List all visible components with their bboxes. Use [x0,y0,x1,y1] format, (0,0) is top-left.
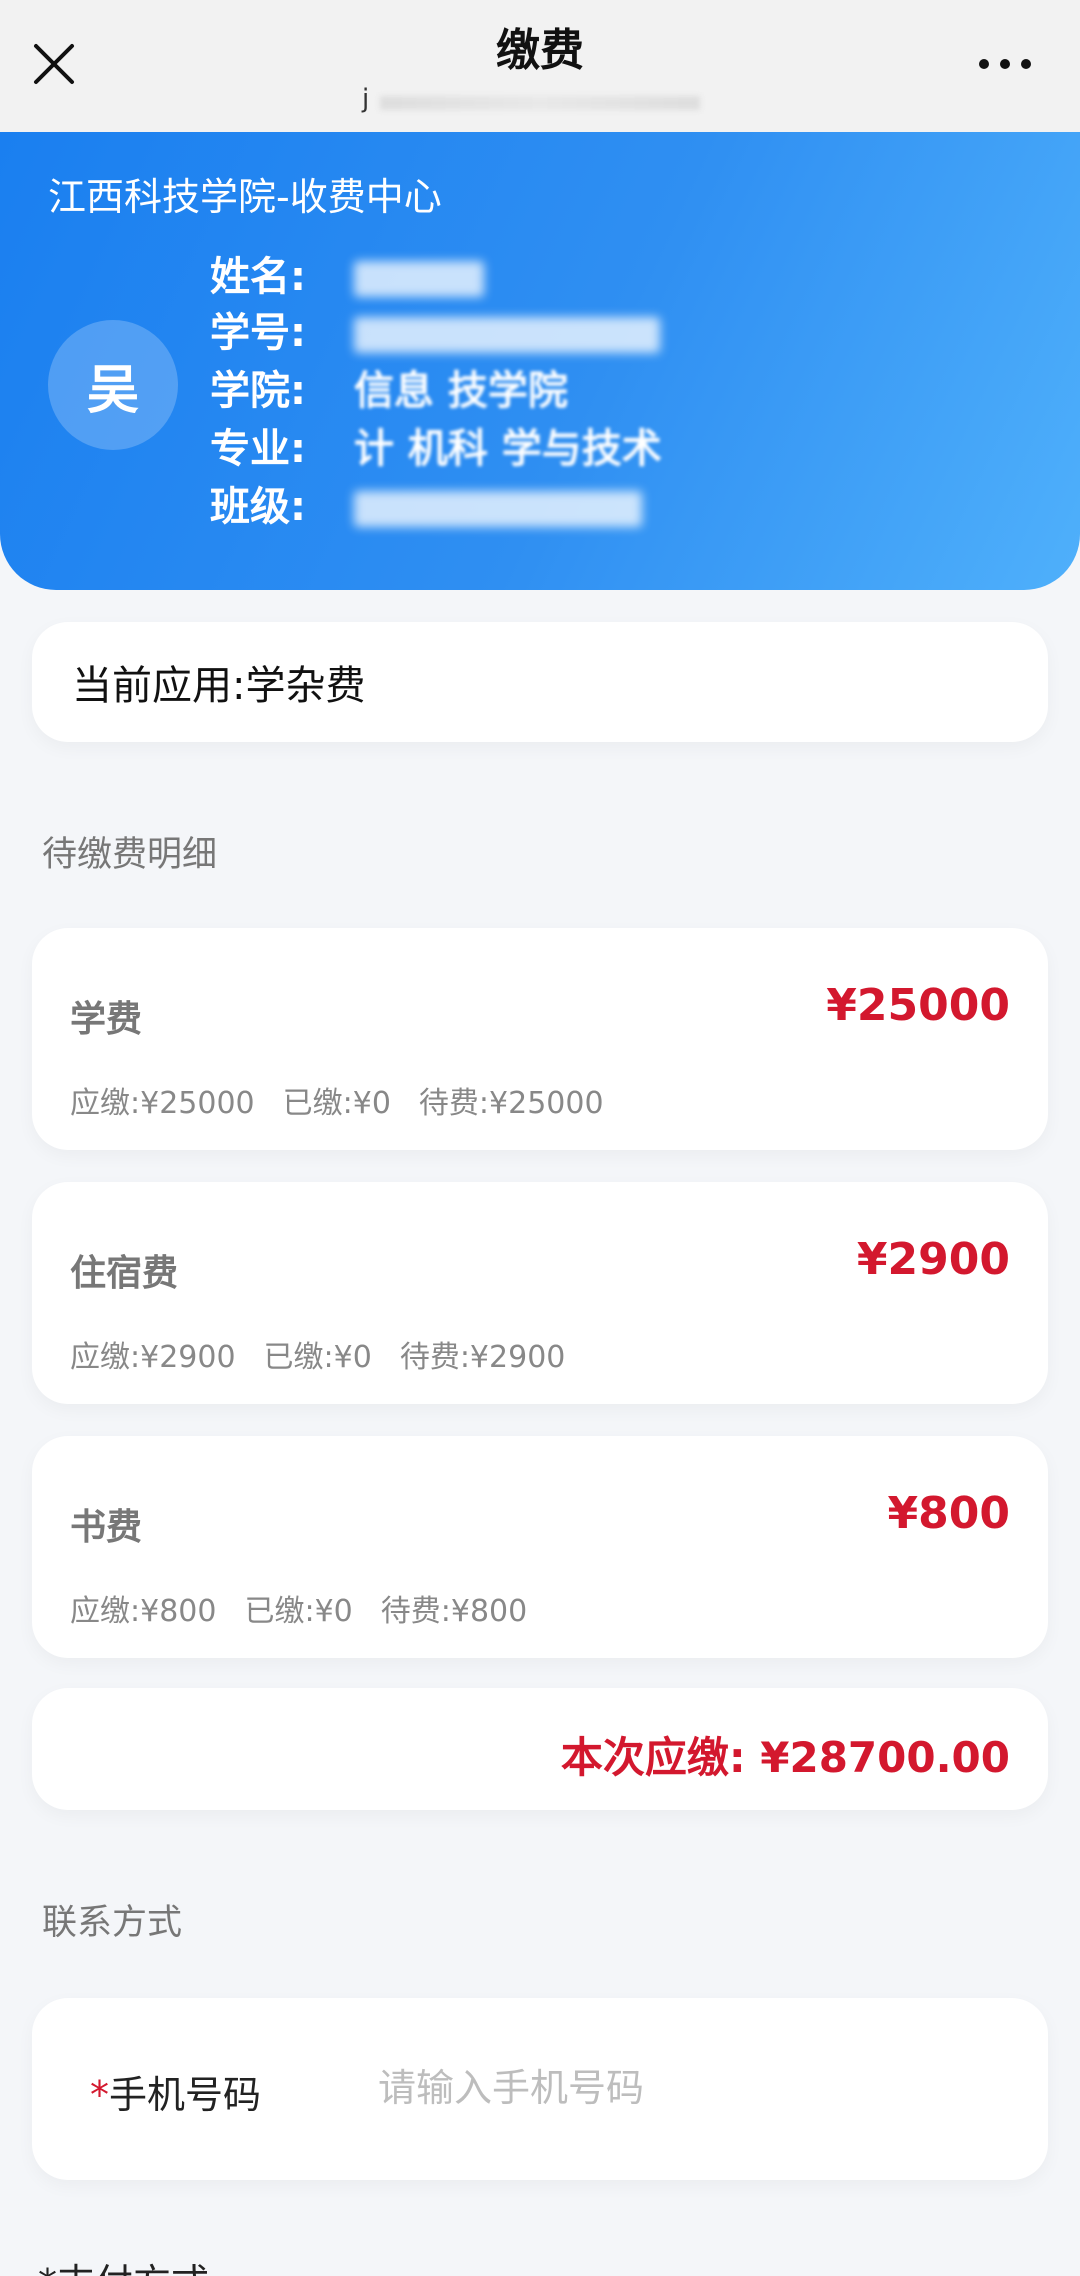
student-info-header: 江西科技学院-收费中心 吴 姓名: 学号: 学院: 信息 技学院 专业: 计 机… [0,132,1080,590]
info-value: 计 机科 学与技术 [353,426,662,472]
fee-pending: 待费:¥25000 [418,1086,604,1121]
info-row-name: 姓名: [210,244,484,302]
contact-card: *手机号码 [32,1998,1048,2180]
phone-label-text: 手机号码 [109,2073,262,2117]
fee-amount: ¥25000 [826,980,1010,1031]
school-title: 江西科技学院-收费中心 [48,175,442,219]
info-label: 学号: [210,310,306,356]
fee-detail: 应缴:¥2900 已缴:¥0 待费:¥2900 [70,1332,593,1376]
fee-card[interactable]: 住宿费 ¥2900 应缴:¥2900 已缴:¥0 待费:¥2900 [32,1182,1048,1404]
fee-pending: 待费:¥800 [380,1594,528,1629]
fee-amount: ¥800 [887,1488,1010,1539]
info-row-class: 班级: [210,474,642,532]
page-title: 缴费 [496,25,584,76]
fee-detail: 应缴:¥800 已缴:¥0 待费:¥800 [70,1586,555,1630]
subtitle-blur [380,96,700,110]
info-row-id: 学号: [210,300,660,358]
fee-card[interactable]: 书费 ¥800 应缴:¥800 已缴:¥0 待费:¥800 [32,1436,1048,1658]
avatar: 吴 [48,320,178,450]
fee-pending: 待费:¥2900 [399,1340,566,1375]
fee-due: 应缴:¥25000 [70,1086,255,1121]
info-row-college: 学院: 信息 技学院 [210,358,568,416]
redacted-value [353,317,660,353]
current-app-label: 当前应用: [72,663,246,709]
info-label: 专业: [210,426,306,472]
fee-paid: 已缴:¥0 [282,1086,391,1121]
info-row-major: 专业: 计 机科 学与技术 [210,416,662,474]
info-label: 班级: [210,484,306,530]
fee-name: 书费 [70,1507,143,1548]
phone-input[interactable] [378,2056,978,2120]
total-card: 本次应缴: ¥28700.00 [32,1688,1048,1810]
required-mark: * [90,2073,109,2117]
fee-name: 学费 [70,999,143,1040]
fee-amount: ¥2900 [856,1234,1010,1285]
section-contact-title: 联系方式 [42,1903,183,1943]
subtitle-glyph: j [362,84,370,114]
fee-name: 住宿费 [70,1253,179,1294]
fee-due: 应缴:¥800 [70,1594,217,1629]
current-app-card[interactable]: 当前应用: 学杂费 [32,622,1048,742]
current-app-value: 学杂费 [245,663,366,709]
info-value: 信息 技学院 [353,368,568,414]
info-label: 学院: [210,368,306,414]
more-icon[interactable] [978,56,1032,72]
page-subtitle-redacted: j [362,84,714,118]
fee-paid: 已缴:¥0 [244,1594,353,1629]
payment-method-label-partial: *支付方式 [38,2252,209,2276]
top-bar: 缴费 j [0,0,1080,132]
fee-paid: 已缴:¥0 [263,1340,372,1375]
total-amount: 本次应缴: ¥28700.00 [560,1733,1010,1782]
fee-card[interactable]: 学费 ¥25000 应缴:¥25000 已缴:¥0 待费:¥25000 [32,928,1048,1150]
info-label: 姓名: [210,254,306,300]
section-pending-title: 待缴费明细 [42,835,218,875]
fee-due: 应缴:¥2900 [70,1340,236,1375]
fee-detail: 应缴:¥25000 已缴:¥0 待费:¥25000 [70,1078,632,1122]
phone-label: *手机号码 [90,2064,261,2119]
redacted-value [353,261,484,297]
redacted-value [353,491,642,527]
